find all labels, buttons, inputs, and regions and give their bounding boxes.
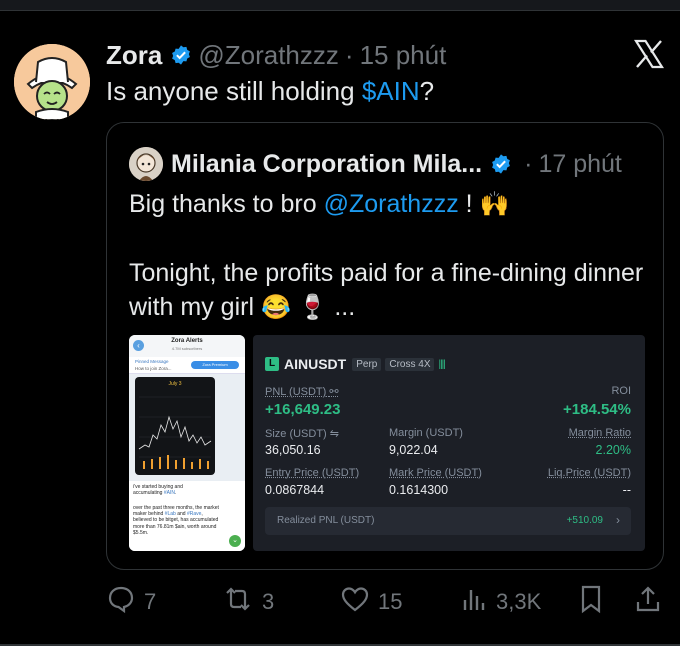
author-handle[interactable]: @Zorathzzz: [198, 40, 339, 71]
hashtag: #Rave: [186, 511, 202, 518]
liq-price-value: --: [622, 483, 631, 497]
position-card[interactable]: L AINUSDT Perp Cross 4X |||| PNL (USDT) …: [253, 335, 645, 551]
views-count: 3,3K: [496, 589, 542, 614]
reply-button[interactable]: 7: [106, 584, 156, 620]
swap-icon: ⇋: [329, 428, 340, 440]
scroll-down-icon: ⌄: [229, 535, 241, 547]
hashtag: #Lab: [164, 511, 176, 518]
repost-icon: [222, 584, 262, 620]
share-link-icon: ⚯: [329, 386, 339, 398]
author-name[interactable]: Zora: [106, 40, 162, 71]
realized-pnl-row[interactable]: Realized PNL (USDT) +510.09 ›: [265, 507, 631, 535]
margin-ratio-label: Margin Ratio: [568, 427, 631, 439]
quote-text-dinner: Tonight, the profits paid for a fine-din…: [129, 259, 644, 321]
bookmark-button[interactable]: [578, 584, 612, 620]
tweet-time[interactable]: 15 phút: [360, 40, 447, 71]
repost-count: 3: [262, 589, 275, 614]
exchange-logo-icon: L: [265, 357, 279, 371]
quote-text-start: Big thanks to bro: [129, 190, 324, 218]
margin-value: 9,022.04: [389, 443, 438, 457]
channel-subscribers: 4.7M subscribers: [171, 346, 203, 351]
telegram-header: ‹ Zora Alerts 4.7M subscribers: [129, 335, 245, 358]
mention-link[interactable]: @Zorathzzz: [324, 190, 459, 218]
tweet-text-end: ?: [419, 76, 435, 106]
liq-price-label: Liq.Price (USDT): [547, 467, 631, 479]
hashtag: #AIN: [163, 490, 175, 497]
quote-text: Big thanks to bro @Zorathzzz ! 🙌 Tonight…: [129, 187, 649, 325]
mark-price-label: Mark Price (USDT): [389, 467, 482, 479]
reply-icon: [106, 584, 144, 620]
top-divider: [0, 0, 680, 11]
quote-line-1: Big thanks to bro @Zorathzzz ! 🙌: [129, 187, 649, 222]
quote-text-bang: !: [458, 190, 480, 218]
tweet-text: Is anyone still holding $AIN?: [106, 76, 434, 107]
leverage-tag: Cross 4X: [385, 357, 435, 371]
message-part-1: i've started buying and accumulating #AI…: [129, 484, 213, 496]
tweet-text-start: Is anyone still holding: [106, 76, 362, 106]
quote-time[interactable]: 17 phút: [538, 150, 621, 179]
risk-bars: ||||: [438, 358, 445, 370]
telegram-screenshot[interactable]: ‹ Zora Alerts 4.7M subscribers Pinned Me…: [129, 335, 245, 551]
pnl-value: +16,649.23: [265, 401, 341, 418]
mark-price-value: 0.1614300: [389, 483, 449, 497]
pinned-text: How to join Zora...: [135, 366, 172, 371]
repost-button[interactable]: 3: [222, 584, 274, 620]
cashtag-link[interactable]: $AIN: [362, 76, 420, 106]
mini-price-chart: July 3: [135, 377, 215, 475]
quote-blank-line: [129, 222, 649, 256]
realized-pnl-value: +510.09: [566, 515, 603, 526]
perp-tag: Perp: [352, 357, 382, 371]
quote-line-2: Tonight, the profits paid for a fine-din…: [129, 256, 649, 325]
raised-hands-emoji: 🙌: [479, 191, 510, 218]
share-button[interactable]: [634, 584, 670, 620]
pnl-label: PNL (USDT) ⚯: [265, 386, 339, 398]
x-logo-icon: [633, 38, 665, 70]
pinned-message: Pinned Message How to join Zora... Zora …: [129, 357, 245, 374]
size-value: 36,050.16: [265, 443, 321, 457]
quote-text-ellipsis: ...: [327, 293, 356, 321]
separator-dot: ·: [524, 149, 533, 178]
quote-media[interactable]: ‹ Zora Alerts 4.7M subscribers Pinned Me…: [129, 335, 645, 551]
margin-label: Margin (USDT): [389, 427, 463, 439]
channel-title: Zora Alerts: [171, 338, 203, 344]
entry-price-value: 0.0867844: [265, 483, 325, 497]
views-icon: [460, 584, 496, 620]
author-avatar[interactable]: [14, 44, 90, 120]
quote-author-name[interactable]: Milania Corporation Mila...: [171, 150, 482, 179]
share-icon: [634, 584, 670, 620]
laugh-wine-emoji: 😂 🍷: [260, 294, 328, 321]
margin-ratio-value: 2.20%: [595, 443, 631, 457]
views-button[interactable]: 3,3K: [460, 584, 541, 620]
message-text: and: [175, 511, 187, 518]
size-label: Size (USDT) ⇋: [265, 428, 340, 440]
roi-value: +184.54%: [563, 401, 631, 418]
roi-label: ROI: [611, 385, 631, 397]
separator-dot: ·: [344, 39, 354, 70]
message-text: .: [174, 490, 177, 497]
like-count: 15: [378, 589, 403, 614]
reply-count: 7: [144, 589, 157, 614]
pinned-label: Pinned Message: [135, 359, 169, 364]
verified-badge-icon: [170, 44, 192, 66]
telegram-message: i've started buying and accumulating #AI…: [129, 481, 245, 551]
verified-badge-icon: [490, 153, 512, 175]
message-part-2: over the past three months, the market m…: [129, 505, 221, 536]
quoted-tweet[interactable]: Milania Corporation Mila... · 17 phút Bi…: [106, 122, 664, 570]
premium-badge: Zora Premium: [191, 361, 239, 369]
quote-author-avatar[interactable]: [129, 147, 163, 181]
tweet-header: Zora @Zorathzzz · 15 phút: [106, 38, 446, 72]
realized-pnl-label: Realized PNL (USDT): [277, 515, 375, 526]
chart-date: July 3: [168, 381, 181, 387]
pair-symbol: AINUSDT: [284, 356, 347, 372]
like-icon: [340, 584, 378, 620]
quote-header: Milania Corporation Mila... · 17 phút: [171, 145, 622, 183]
entry-price-label: Entry Price (USDT): [265, 467, 360, 479]
like-button[interactable]: 15: [340, 584, 402, 620]
pair-row: L AINUSDT Perp Cross 4X ||||: [265, 355, 446, 373]
action-bar: 7 3 15 3,3K: [0, 584, 680, 620]
chevron-right-icon: ›: [616, 513, 620, 527]
bookmark-icon: [578, 584, 612, 620]
